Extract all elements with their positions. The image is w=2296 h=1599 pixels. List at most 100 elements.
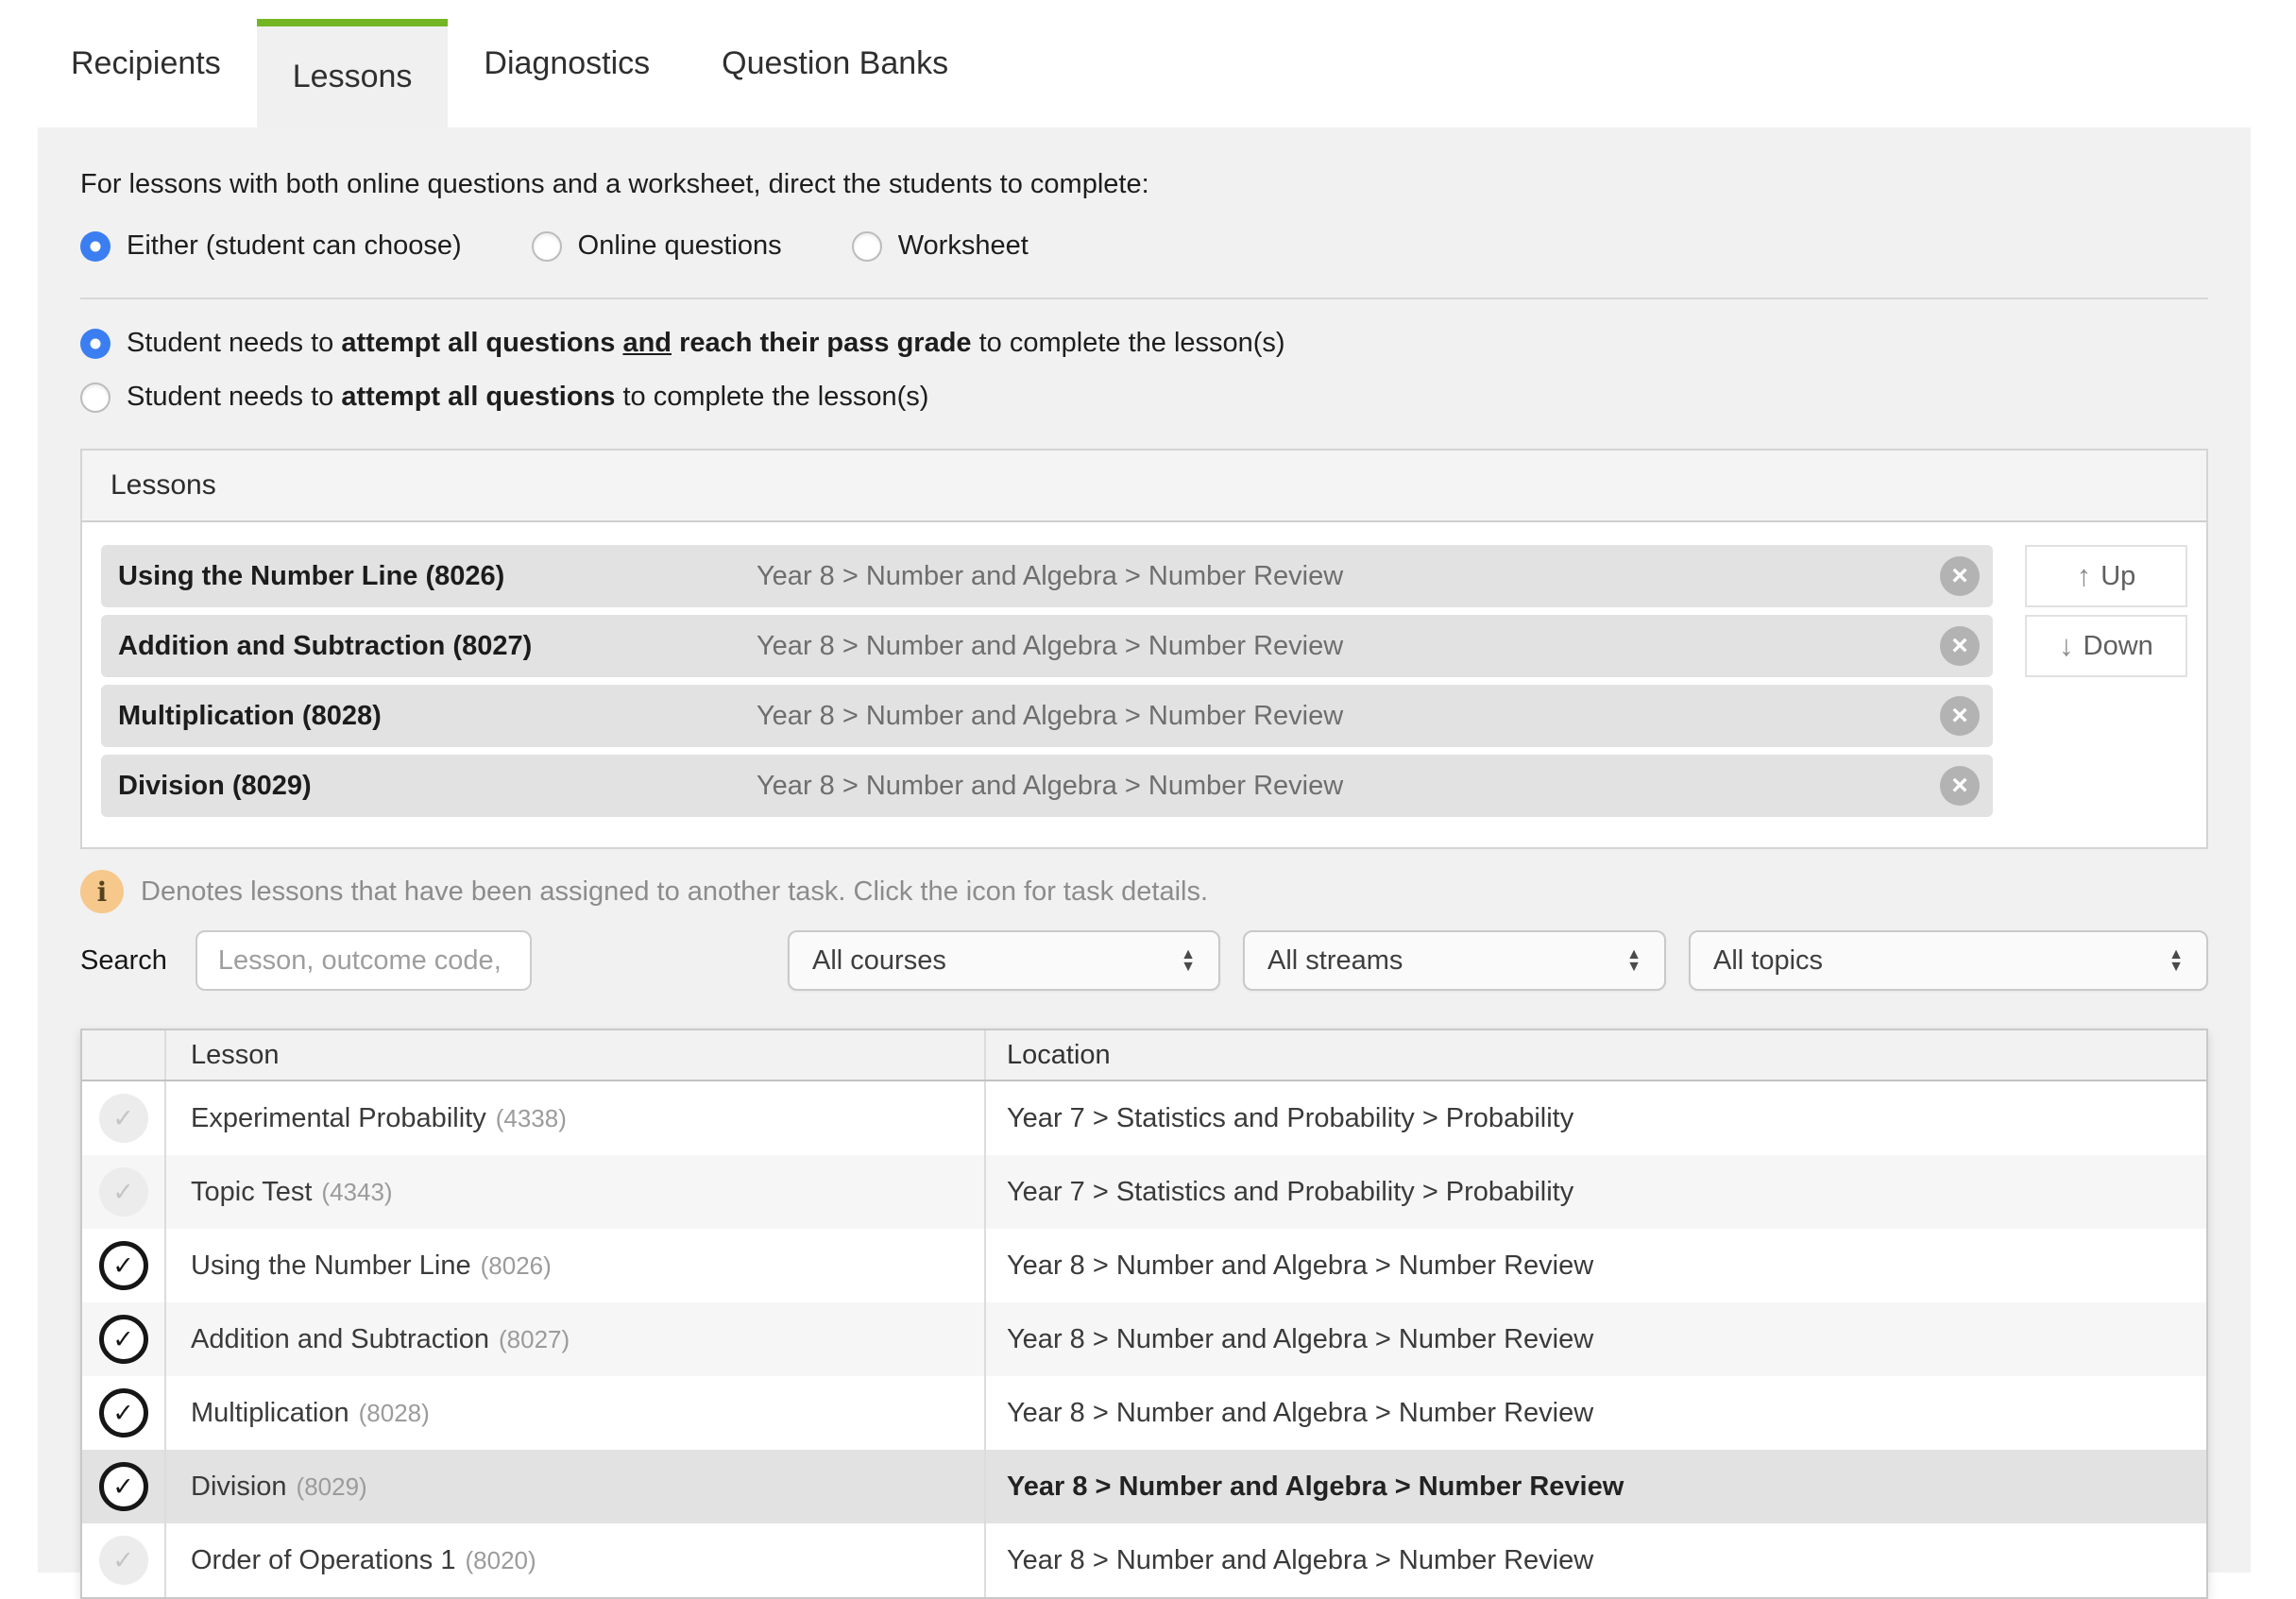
lesson-code: (4338) [496, 1104, 567, 1132]
radio-option-attempt-and-pass[interactable]: Student needs to attempt all questions a… [80, 328, 1285, 359]
panel-title: Lessons [82, 451, 2206, 522]
remove-lesson-button[interactable]: × [1940, 696, 1980, 736]
tab-label: Lessons [293, 59, 413, 95]
tab-label: Recipients [71, 45, 221, 82]
lesson-name: Addition and Subtraction [191, 1324, 489, 1354]
table-row[interactable]: ✓ Experimental Probability(4338) Year 7 … [82, 1080, 2206, 1155]
check-icon[interactable]: ✓ [99, 1536, 148, 1585]
lesson-name: Division [191, 1471, 287, 1502]
radio-option-worksheet[interactable]: Worksheet [852, 230, 1029, 262]
radio-option-attempt-all[interactable]: Student needs to attempt all questions t… [80, 382, 928, 413]
down-arrow-icon: ↓ [2059, 629, 2074, 663]
tab-label: Diagnostics [484, 45, 650, 82]
check-icon[interactable]: ✓ [99, 1315, 148, 1364]
check-icon[interactable]: ✓ [99, 1094, 148, 1143]
lesson-location: Year 8 > Number and Algebra > Number Rev… [757, 771, 1940, 802]
radio-option-online-questions[interactable]: Online questions [532, 230, 782, 262]
lesson-location: Year 8 > Number and Algebra > Number Rev… [985, 1376, 2206, 1450]
filter-select-topics[interactable]: All topics ▲ ▼ [1689, 930, 2208, 991]
table-row[interactable]: ✓ Division(8029) Year 8 > Number and Alg… [82, 1450, 2206, 1523]
radio-unselected-icon[interactable] [532, 231, 562, 262]
selected-lesson-row: Using the Number Line (8026) Year 8 > Nu… [101, 545, 1993, 607]
lesson-code: (8020) [465, 1546, 536, 1574]
tab-recipients[interactable]: Recipients [35, 0, 257, 128]
up-button-label: Up [2100, 561, 2135, 592]
search-filter-row: Search All courses ▲ ▼ All streams ▲ ▼ [80, 930, 2208, 991]
radio-unselected-icon[interactable] [80, 383, 111, 413]
radio-label: Student needs to attempt all questions a… [127, 328, 1285, 359]
completion-option-attempt-only: Student needs to attempt all questions t… [80, 382, 2208, 413]
table-row[interactable]: ✓ Multiplication(8028) Year 8 > Number a… [82, 1376, 2206, 1450]
lesson-location: Year 8 > Number and Algebra > Number Rev… [757, 561, 1940, 592]
completion-option-pass-grade: Student needs to attempt all questions a… [80, 328, 2208, 359]
select-spinner-icon: ▲ ▼ [1181, 948, 1196, 973]
search-label: Search [80, 945, 167, 977]
search-input[interactable] [196, 930, 532, 991]
section-divider [80, 298, 2208, 299]
selected-lesson-row: Addition and Subtraction (8027) Year 8 >… [101, 615, 1993, 677]
selected-filter-value: All streams [1267, 945, 1403, 977]
move-down-button[interactable]: ↓ Down [2025, 615, 2187, 677]
lesson-location: Year 7 > Statistics and Probability > Pr… [985, 1155, 2206, 1229]
table-header-row: Lesson Location [82, 1030, 2206, 1080]
radio-selected-icon[interactable] [80, 329, 111, 359]
lesson-name: Addition and Subtraction (8027) [101, 631, 757, 662]
selected-filter-value: All courses [812, 945, 946, 977]
tab-bar: Recipients Lessons Diagnostics Question … [0, 0, 2296, 128]
lesson-location: Year 8 > Number and Algebra > Number Rev… [757, 631, 1940, 662]
lesson-code: (8027) [499, 1325, 570, 1353]
remove-lesson-button[interactable]: × [1940, 766, 1980, 806]
filter-select-courses[interactable]: All courses ▲ ▼ [788, 930, 1220, 991]
tab-question-banks[interactable]: Question Banks [686, 0, 984, 128]
lesson-location: Year 8 > Number and Algebra > Number Rev… [985, 1450, 2206, 1523]
remove-lesson-button[interactable]: × [1940, 556, 1980, 596]
worksheet-direction-options: Either (student can choose) Online quest… [80, 230, 2208, 262]
down-button-label: Down [2083, 631, 2153, 662]
check-icon[interactable]: ✓ [99, 1167, 148, 1216]
lesson-location: Year 8 > Number and Algebra > Number Rev… [985, 1523, 2206, 1597]
radio-label: Student needs to attempt all questions t… [127, 382, 928, 413]
tab-lessons[interactable]: Lessons [257, 19, 449, 128]
panel-body: Using the Number Line (8026) Year 8 > Nu… [82, 522, 2206, 847]
check-icon[interactable]: ✓ [99, 1241, 148, 1290]
table-row[interactable]: ✓ Order of Operations 1 (8020) Year 8 > N… [82, 1523, 2206, 1597]
move-up-button[interactable]: ↑ Up [2025, 545, 2187, 607]
lessons-table: Lesson Location ✓ Experimental Probabili… [80, 1029, 2208, 1599]
radio-label: Worksheet [898, 230, 1029, 262]
lesson-name: Using the Number Line [191, 1250, 471, 1281]
filter-select-streams[interactable]: All streams ▲ ▼ [1243, 930, 1666, 991]
lesson-location: Year 8 > Number and Algebra > Number Rev… [757, 701, 1940, 732]
lesson-code: (8026) [481, 1251, 552, 1280]
radio-selected-icon[interactable] [80, 231, 111, 262]
check-column-header [82, 1030, 165, 1080]
lesson-location: Year 8 > Number and Algebra > Number Rev… [985, 1229, 2206, 1302]
tab-diagnostics[interactable]: Diagnostics [448, 0, 686, 128]
radio-label: Online questions [578, 230, 782, 262]
table-row[interactable]: ✓ Using the Number Line (8026) Year 8 > N… [82, 1229, 2206, 1302]
select-spinner-icon: ▲ ▼ [1626, 948, 1641, 973]
table-row[interactable]: ✓ Topic Test(4343) Year 7 > Statistics a… [82, 1155, 2206, 1229]
location-column-header: Location [985, 1030, 2206, 1080]
lesson-location: Year 7 > Statistics and Probability > Pr… [985, 1080, 2206, 1155]
lesson-name: Division (8029) [101, 771, 757, 802]
lesson-location: Year 8 > Number and Algebra > Number Rev… [985, 1302, 2206, 1376]
radio-option-either[interactable]: Either (student can choose) [80, 230, 462, 262]
selected-lessons-panel: Lessons Using the Number Line (8026) Yea… [80, 449, 2208, 849]
note-text: Denotes lessons that have been assigned … [141, 876, 1208, 908]
table-row[interactable]: ✓ Addition and Subtraction (8027) Year 8 … [82, 1302, 2206, 1376]
check-icon[interactable]: ✓ [99, 1462, 148, 1511]
assigned-lessons-note: i Denotes lessons that have been assigne… [80, 870, 2208, 913]
remove-lesson-button[interactable]: × [1940, 626, 1980, 666]
worksheet-direction-prompt: For lessons with both online questions a… [80, 128, 2208, 200]
lesson-name: Multiplication [191, 1398, 349, 1428]
select-spinner-icon: ▲ ▼ [2168, 948, 2184, 973]
radio-unselected-icon[interactable] [852, 231, 882, 262]
selected-lesson-row: Division (8029) Year 8 > Number and Alge… [101, 755, 1993, 817]
info-icon[interactable]: i [80, 870, 124, 913]
lesson-code: (4343) [321, 1178, 392, 1206]
check-icon[interactable]: ✓ [99, 1388, 148, 1437]
lesson-name: Order of Operations 1 [191, 1545, 455, 1575]
up-arrow-icon: ↑ [2077, 559, 2092, 593]
lesson-name: Multiplication (8028) [101, 701, 757, 732]
selected-filter-value: All topics [1713, 945, 1823, 977]
